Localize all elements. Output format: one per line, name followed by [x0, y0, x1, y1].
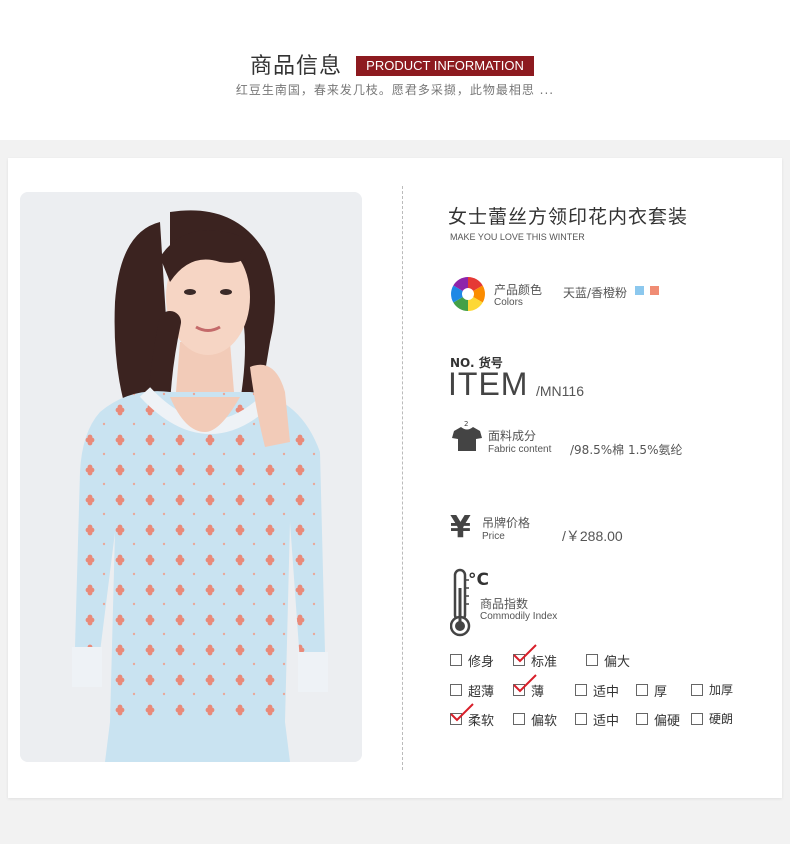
section-header: 商品信息 PRODUCT INFORMATION 红豆生南国，春来发几枝。愿君多… — [0, 0, 790, 140]
index-option-label: 加厚 — [709, 683, 734, 697]
index-option-label: 偏大 — [604, 655, 631, 670]
index-checkbox[interactable] — [513, 713, 525, 725]
colors-value: 天蓝/香橙粉 — [563, 286, 628, 300]
color-wheel-icon — [450, 276, 486, 312]
index-option-label: 硬朗 — [709, 712, 734, 726]
index-checkbox[interactable] — [450, 684, 462, 696]
index-checkbox[interactable] — [691, 684, 703, 696]
index-option-label: 修身 — [468, 655, 495, 670]
index-label-en: Commodily Index — [480, 611, 558, 622]
index-option-label: 适中 — [593, 714, 620, 729]
item-value: /MN116 — [536, 383, 584, 399]
index-option-label: 偏软 — [531, 714, 558, 729]
index-option-label: 厚 — [654, 685, 668, 700]
index-label-cn: 商品指数 — [480, 597, 529, 611]
fabric-value: /98.5%棉 1.5%氨纶 — [570, 443, 683, 457]
fabric-label-cn: 面料成分 — [488, 429, 537, 443]
info-card: 女士蕾丝方领印花内衣套装 MAKE YOU LOVE THIS WINTER 产… — [8, 158, 782, 798]
info-frame: 女士蕾丝方领印花内衣套装 MAKE YOU LOVE THIS WINTER 产… — [0, 140, 790, 844]
price-value: /￥288.00 — [562, 528, 623, 544]
header-badge: PRODUCT INFORMATION — [356, 56, 534, 76]
celsius-unit: °C — [468, 570, 489, 590]
product-name: 女士蕾丝方领印花内衣套装 — [448, 206, 689, 228]
header-subtitle: 红豆生南国，春来发几枝。愿君多采撷，此物最相思 ... — [235, 83, 555, 97]
index-checkbox[interactable] — [575, 684, 587, 696]
checkmark-icon — [450, 703, 474, 722]
swatch-sky-blue — [635, 286, 644, 295]
svg-text:2: 2 — [464, 420, 468, 428]
checkmark-icon — [513, 644, 537, 663]
index-checkbox[interactable] — [575, 713, 587, 725]
product-photo — [20, 192, 362, 762]
index-checkbox[interactable] — [586, 654, 598, 666]
yen-icon: ¥ — [450, 510, 471, 545]
fabric-label-en: Fabric content — [488, 444, 552, 455]
index-checkbox[interactable] — [691, 713, 703, 725]
item-big-label: ITEM — [448, 366, 529, 402]
price-label-en: Price — [482, 531, 505, 542]
index-checkbox[interactable] — [636, 684, 648, 696]
index-checkbox[interactable] — [636, 713, 648, 725]
index-option-label: 适中 — [593, 685, 620, 700]
swatch-orange-pink — [650, 286, 659, 295]
vertical-divider — [402, 186, 403, 770]
index-option-label: 偏硬 — [654, 714, 681, 729]
model-illustration — [20, 192, 362, 762]
colors-label-en: Colors — [494, 297, 523, 308]
header-title: 商品信息 — [250, 54, 343, 79]
checkmark-icon — [513, 674, 537, 693]
index-checkbox[interactable] — [450, 654, 462, 666]
index-option-label: 超薄 — [468, 685, 495, 700]
shirt-icon: 2 — [450, 420, 484, 454]
price-label-cn: 吊牌价格 — [482, 516, 531, 530]
colors-label-cn: 产品颜色 — [494, 283, 543, 297]
product-tagline: MAKE YOU LOVE THIS WINTER — [450, 232, 585, 242]
